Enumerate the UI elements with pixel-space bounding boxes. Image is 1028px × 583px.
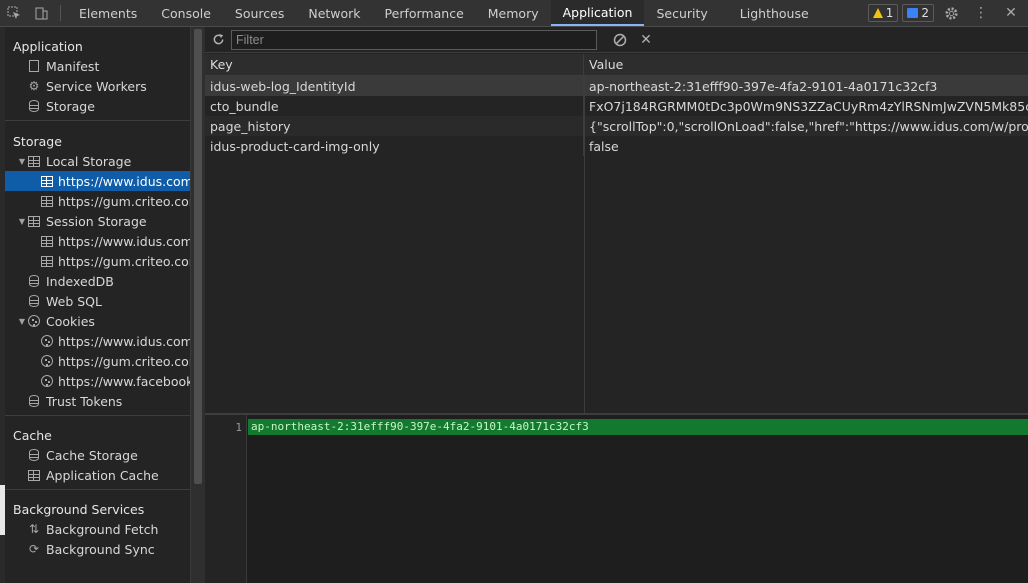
row-value[interactable]: {"scrollTop":0,"scrollOnLoad":false,"hre… bbox=[584, 116, 1028, 136]
sidebar-item-session-criteo[interactable]: https://gum.criteo.com bbox=[5, 251, 190, 271]
warnings-badge[interactable]: 1 bbox=[867, 4, 899, 22]
preview-value-line[interactable]: ap-northeast-2:31efff90-397e-4fa2-9101-4… bbox=[248, 419, 1028, 435]
close-icon[interactable]: ✕ bbox=[998, 5, 1024, 21]
tab-sources[interactable]: Sources bbox=[223, 0, 296, 26]
sidebar-item-cookie-idus[interactable]: https://www.idus.com bbox=[5, 331, 190, 351]
up-down-arrows-icon: ⇅ bbox=[28, 522, 40, 536]
storage-main-panel: ✕ Key Value idus-web-log_IdentityId ap-n… bbox=[205, 27, 1028, 583]
sidebar-item-indexeddb[interactable]: IndexedDB bbox=[5, 271, 190, 291]
sidebar-item-local-criteo[interactable]: https://gum.criteo.com bbox=[5, 191, 190, 211]
device-toolbar-icon[interactable] bbox=[27, 0, 54, 26]
section-title-background-services: Background Services bbox=[13, 501, 145, 517]
table-icon bbox=[27, 214, 41, 228]
database-icon bbox=[27, 294, 41, 308]
gear-icon: ⚙ bbox=[28, 79, 40, 93]
sidebar-item-service-workers[interactable]: ⚙ Service Workers bbox=[5, 76, 190, 96]
line-number: 1 bbox=[235, 421, 242, 434]
table-header: Key Value bbox=[205, 54, 1028, 76]
database-icon bbox=[27, 448, 41, 462]
sidebar-item-cookie-facebook[interactable]: https://www.facebook.com bbox=[5, 371, 190, 391]
row-key[interactable]: idus-web-log_IdentityId bbox=[205, 76, 584, 96]
delete-selected-icon[interactable]: ✕ bbox=[633, 32, 659, 48]
table-icon bbox=[41, 254, 53, 268]
sidebar-item-local-idus[interactable]: https://www.idus.com bbox=[5, 171, 190, 191]
table-row[interactable]: idus-web-log_IdentityId ap-northeast-2:3… bbox=[205, 76, 1028, 96]
sidebar-item-trust-tokens[interactable]: Trust Tokens bbox=[5, 391, 190, 411]
database-icon bbox=[27, 274, 41, 288]
sidebar-scrollbar[interactable] bbox=[190, 27, 205, 583]
table-row[interactable]: cto_bundle FxO7j184RGRMM0tDc3p0Wm9NS3ZZa… bbox=[205, 96, 1028, 116]
cookie-icon bbox=[27, 314, 41, 328]
devtools-tab-bar: Elements Console Sources Network Perform… bbox=[0, 0, 1028, 27]
table-row[interactable]: idus-product-card-img-only false bbox=[205, 136, 1028, 156]
clear-all-icon[interactable] bbox=[607, 33, 633, 47]
section-title-storage: Storage bbox=[13, 133, 62, 149]
row-key[interactable]: idus-product-card-img-only bbox=[205, 136, 584, 156]
tab-memory[interactable]: Memory bbox=[476, 0, 551, 26]
tab-performance[interactable]: Performance bbox=[373, 0, 476, 26]
sidebar-item-background-fetch[interactable]: ⇅ Background Fetch bbox=[5, 519, 190, 539]
message-icon bbox=[907, 8, 919, 18]
row-value[interactable]: FxO7j184RGRMM0tDc3p0Wm9NS3ZZaCUyRm4zYlRS… bbox=[584, 96, 1028, 116]
warnings-count: 1 bbox=[885, 6, 894, 20]
inspect-element-icon[interactable] bbox=[0, 0, 27, 26]
table-icon bbox=[41, 234, 53, 248]
row-key[interactable]: cto_bundle bbox=[205, 96, 584, 116]
storage-toolbar: ✕ bbox=[205, 27, 1028, 53]
application-sidebar: Application Manifest ⚙ Service Workers S… bbox=[5, 27, 190, 583]
database-icon bbox=[27, 99, 41, 113]
storage-table: Key Value idus-web-log_IdentityId ap-nor… bbox=[205, 54, 1028, 416]
column-divider[interactable] bbox=[584, 76, 585, 416]
cookie-icon bbox=[41, 354, 53, 368]
cookie-icon bbox=[41, 334, 53, 348]
warning-icon bbox=[872, 8, 883, 18]
expand-arrow-icon[interactable]: ▼ bbox=[17, 157, 27, 166]
sidebar-item-cache-storage[interactable]: Cache Storage bbox=[5, 445, 190, 465]
section-title-cache: Cache bbox=[13, 427, 52, 443]
table-icon bbox=[41, 194, 53, 208]
refresh-icon[interactable] bbox=[205, 33, 231, 46]
line-number-gutter: 1 bbox=[205, 415, 247, 583]
sidebar-item-application-cache[interactable]: Application Cache bbox=[5, 465, 190, 485]
value-preview-pane: 1 ap-northeast-2:31efff90-397e-4fa2-9101… bbox=[205, 413, 1028, 583]
table-row[interactable]: page_history {"scrollTop":0,"scrollOnLoa… bbox=[205, 116, 1028, 136]
expand-arrow-icon[interactable]: ▼ bbox=[17, 317, 27, 326]
table-icon bbox=[27, 468, 41, 482]
messages-count: 2 bbox=[921, 6, 929, 20]
tab-elements[interactable]: Elements bbox=[67, 0, 149, 26]
section-title-application: Application bbox=[13, 38, 83, 54]
tab-application[interactable]: Application bbox=[550, 0, 645, 26]
cookie-icon bbox=[41, 374, 53, 388]
database-icon bbox=[27, 394, 41, 408]
sidebar-item-session-storage[interactable]: ▼ Session Storage bbox=[5, 211, 190, 231]
tab-network[interactable]: Network bbox=[296, 0, 372, 26]
sidebar-item-cookie-criteo[interactable]: https://gum.criteo.com bbox=[5, 351, 190, 371]
sidebar-item-storage[interactable]: Storage bbox=[5, 96, 190, 116]
row-key[interactable]: page_history bbox=[205, 116, 584, 136]
sidebar-item-manifest[interactable]: Manifest bbox=[5, 56, 190, 76]
toolbar-divider bbox=[60, 5, 61, 21]
more-options-icon[interactable]: ⋮ bbox=[968, 5, 994, 21]
expand-arrow-icon[interactable]: ▼ bbox=[17, 217, 27, 226]
row-value[interactable]: false bbox=[584, 136, 1028, 156]
sync-icon: ⟳ bbox=[28, 542, 40, 556]
tab-lighthouse[interactable]: Lighthouse bbox=[720, 0, 821, 26]
column-header-key[interactable]: Key bbox=[205, 54, 584, 75]
sidebar-item-local-storage[interactable]: ▼ Local Storage bbox=[5, 151, 190, 171]
document-icon bbox=[27, 59, 41, 73]
sidebar-item-websql[interactable]: Web SQL bbox=[5, 291, 190, 311]
column-header-value[interactable]: Value bbox=[584, 54, 1028, 75]
filter-input[interactable] bbox=[231, 29, 597, 50]
tab-console[interactable]: Console bbox=[149, 0, 223, 26]
scrollbar-thumb[interactable] bbox=[194, 29, 202, 484]
table-icon bbox=[41, 174, 53, 188]
row-value[interactable]: ap-northeast-2:31efff90-397e-4fa2-9101-4… bbox=[584, 76, 1028, 96]
sidebar-item-cookies[interactable]: ▼ Cookies bbox=[5, 311, 190, 331]
gear-icon[interactable] bbox=[938, 6, 964, 21]
tab-security[interactable]: Security bbox=[644, 0, 719, 26]
sidebar-item-session-idus[interactable]: https://www.idus.com bbox=[5, 231, 190, 251]
sidebar-item-background-sync[interactable]: ⟳ Background Sync bbox=[5, 539, 190, 559]
table-icon bbox=[27, 154, 41, 168]
messages-badge[interactable]: 2 bbox=[902, 4, 934, 22]
